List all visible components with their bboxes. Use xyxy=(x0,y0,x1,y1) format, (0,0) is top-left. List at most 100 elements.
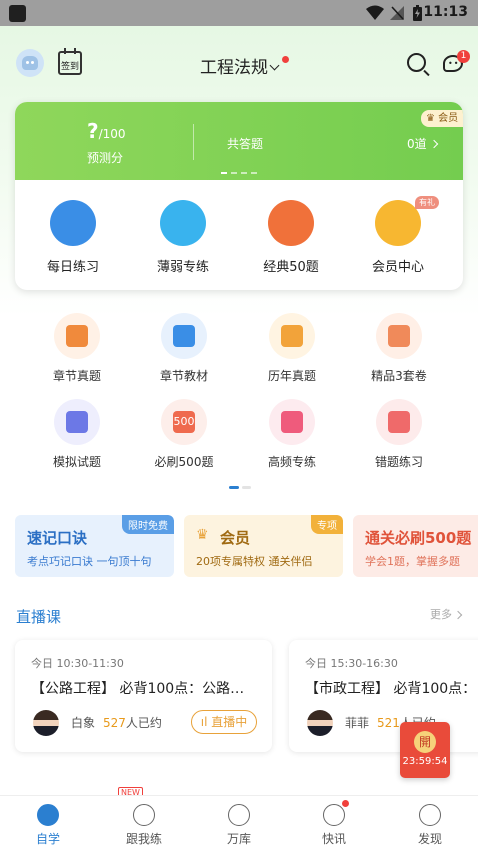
promo-subtitle: 学会1题，掌握多题 xyxy=(365,555,460,568)
news-red-dot xyxy=(342,800,349,807)
live-section-title: 直播课 xyxy=(16,608,62,626)
teacher-avatar xyxy=(307,710,333,736)
tab-2[interactable]: 万库 xyxy=(204,804,274,847)
quick-item-label: 经典50题 xyxy=(263,260,319,275)
grid-item-label: 高频专练 xyxy=(267,455,316,469)
quick-item-label: 每日练习 xyxy=(46,260,99,275)
grid-item[interactable]: 章节真题 xyxy=(35,313,119,384)
floating-countdown[interactable]: 開 23:59:54 xyxy=(400,722,450,778)
promo-tag: 专项 xyxy=(311,515,343,534)
grid-item[interactable]: 错题练习 xyxy=(357,399,441,470)
vip-tag: ♛ 会员 xyxy=(421,110,463,127)
grid-item[interactable]: 章节教材 xyxy=(142,313,226,384)
wrong-icon xyxy=(376,399,422,445)
grid-item-label: 模拟试题 xyxy=(52,455,101,469)
no-signal-icon xyxy=(390,6,404,20)
gift-tag: 有礼 xyxy=(415,196,439,209)
live-card[interactable]: 今日 10:30-11:30 【公路工程】 必背100点：公路… 白象 527人已约 ı… xyxy=(15,640,272,752)
tab-icon xyxy=(133,804,155,826)
promo-card[interactable]: 速记口诀考点巧记口诀 一句顶十句 限时免费 xyxy=(15,515,174,577)
quick-item-label: 会员中心 xyxy=(371,260,424,275)
grid-item[interactable]: 模拟试题 xyxy=(35,399,119,470)
crown-icon: ♛ xyxy=(196,527,209,543)
bottom-tab-bar: 自学 跟我练 万库 快讯 发现 xyxy=(0,795,478,849)
checkin-button[interactable]: 签到 xyxy=(58,48,82,75)
grid-item-label: 必刷500题 xyxy=(154,455,214,469)
message-badge: 1 xyxy=(457,50,470,63)
live-now-button[interactable]: ıl 直播中 xyxy=(191,710,257,734)
500-icon: 500 xyxy=(161,399,207,445)
predicted-score-label: 预测分 xyxy=(87,151,124,165)
checklist-icon xyxy=(376,313,422,359)
clock: 11:13 xyxy=(423,4,468,20)
tab-1[interactable]: 跟我练 xyxy=(109,804,179,847)
wifi-icon xyxy=(366,5,384,20)
grid-item-label: 历年真题 xyxy=(267,369,316,383)
promo-title: 通关必刷500题 xyxy=(365,529,472,547)
tab-label: 快讯 xyxy=(321,832,346,846)
grid-item-label: 章节教材 xyxy=(159,369,208,383)
search-icon[interactable] xyxy=(407,53,426,72)
progress-panel[interactable]: ?/100 预测分 共答题 0道 ♛ 会员 xyxy=(15,102,463,180)
answered-value[interactable]: 0道 xyxy=(407,135,438,152)
reservation-count: 527人已约 xyxy=(103,716,162,730)
grid-item-label: 精品3套卷 xyxy=(371,369,427,383)
battery-icon xyxy=(413,5,422,21)
avatar-ghost-icon xyxy=(22,56,38,70)
grid-item[interactable]: 500 必刷500题 xyxy=(142,399,226,470)
quick-item[interactable]: 会员中心 xyxy=(358,200,438,275)
card-pager xyxy=(221,172,257,174)
quick-item[interactable]: 每日练习 xyxy=(33,200,113,275)
head-icon xyxy=(54,313,100,359)
arrow-up-icon xyxy=(269,399,315,445)
tab-icon xyxy=(419,804,441,826)
tab-3[interactable]: 快讯 xyxy=(299,804,369,847)
clock-icon xyxy=(50,200,96,246)
grid-item[interactable]: 精品3套卷 xyxy=(357,313,441,384)
live-time: 今日 15:30-16:30 xyxy=(305,657,398,670)
predicted-score: ?/100 xyxy=(87,119,126,143)
tab-label: 发现 xyxy=(417,832,442,846)
countdown-timer: 23:59:54 xyxy=(402,756,448,767)
folder-icon xyxy=(269,313,315,359)
tab-0[interactable]: 自学 xyxy=(13,804,83,847)
more-link[interactable]: 更多 xyxy=(430,606,463,622)
title-red-dot xyxy=(282,56,289,63)
app-notification-icon xyxy=(9,5,26,22)
promo-subtitle: 20项专属特权 通关伴侣 xyxy=(196,555,313,568)
user-avatar[interactable] xyxy=(16,49,44,77)
tab-label: 自学 xyxy=(35,832,60,846)
tab-4[interactable]: 发现 xyxy=(395,804,465,847)
shield-book-icon xyxy=(161,313,207,359)
promo-card[interactable]: 通关必刷500题学会1题，掌握多题 xyxy=(353,515,478,577)
answered-label: 共答题 xyxy=(227,137,264,151)
exam-icon xyxy=(54,399,100,445)
tab-icon xyxy=(323,804,345,826)
live-time: 今日 10:30-11:30 xyxy=(31,657,124,670)
promo-tag: 限时免费 xyxy=(122,515,174,534)
quick-item[interactable]: 经典50题 xyxy=(251,200,331,275)
grid-item[interactable]: 历年真题 xyxy=(250,313,334,384)
chevron-right-icon xyxy=(429,139,438,149)
checkin-label: 签到 xyxy=(60,62,79,72)
quick-item[interactable]: 薄弱专练 xyxy=(143,200,223,275)
teacher-name: 白象 xyxy=(71,716,96,730)
tab-icon xyxy=(228,804,250,826)
open-icon: 開 xyxy=(414,731,436,753)
page-title: 工程法规 xyxy=(200,58,268,78)
progress-card: ?/100 预测分 共答题 0道 ♛ 会员 每日练习 薄弱专练 经典50题 会员中心 … xyxy=(15,102,463,290)
grid-item[interactable]: 高频专练 xyxy=(250,399,334,470)
promo-subtitle: 考点巧记口诀 一句顶十句 xyxy=(27,555,152,568)
subject-selector[interactable]: 工程法规 xyxy=(200,53,280,78)
chevron-down-icon xyxy=(269,60,280,71)
live-title: 【市政工程】 必背100点： xyxy=(305,681,477,697)
fire-book-icon xyxy=(268,200,314,246)
grid-item-label: 错题练习 xyxy=(374,455,423,469)
divider xyxy=(193,124,194,160)
grid-pager xyxy=(229,486,251,489)
promo-card[interactable]: 会员 20项专属特权 通关伴侣 专项 ♛ xyxy=(184,515,343,577)
status-bar: 11:13 xyxy=(0,0,478,26)
promo-title: 速记口诀 xyxy=(27,529,88,547)
live-title: 【公路工程】 必背100点：公路… xyxy=(31,681,245,697)
grid-item-label: 章节真题 xyxy=(52,369,101,383)
